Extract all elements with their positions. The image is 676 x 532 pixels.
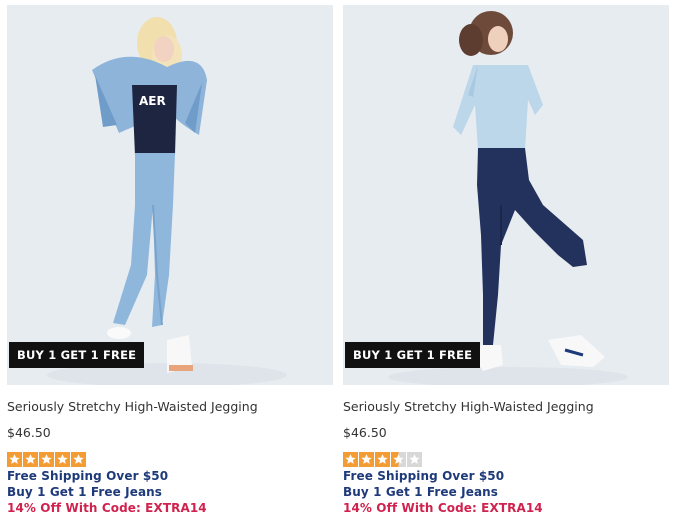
product-card[interactable]: BUY 1 GET 1 FREE Seriously Stretchy High…	[343, 5, 669, 516]
promo-badge: BUY 1 GET 1 FREE	[9, 342, 145, 368]
model-dark-wash-jegging-photo	[343, 5, 669, 385]
promo-free-shipping: Free Shipping Over $50	[7, 469, 169, 483]
star-empty-icon	[407, 452, 422, 467]
star-filled-icon	[359, 452, 374, 467]
star-filled-icon	[343, 452, 358, 467]
product-price: $46.50	[7, 425, 51, 440]
star-filled-icon	[23, 452, 38, 467]
star-filled-icon	[7, 452, 22, 467]
product-title[interactable]: Seriously Stretchy High-Waisted Jegging	[343, 399, 669, 415]
promo-code: 14% Off With Code: EXTRA14	[7, 501, 207, 515]
product-title[interactable]: Seriously Stretchy High-Waisted Jegging	[7, 399, 333, 415]
product-grid: AER BUY 1 GET 1 FREE Seriously Stretchy …	[0, 0, 676, 532]
star-half-icon	[391, 452, 406, 467]
promo-bogo-jeans: Buy 1 Get 1 Free Jeans	[7, 485, 163, 499]
star-rating	[7, 452, 333, 467]
star-filled-icon	[55, 452, 70, 467]
svg-text:AER: AER	[139, 94, 166, 108]
promo-code: 14% Off With Code: EXTRA14	[343, 501, 543, 515]
star-filled-icon	[375, 452, 390, 467]
promo-bogo-jeans: Buy 1 Get 1 Free Jeans	[343, 485, 499, 499]
star-filled-icon	[39, 452, 54, 467]
product-image[interactable]: BUY 1 GET 1 FREE	[343, 5, 669, 385]
promo-free-shipping: Free Shipping Over $50	[343, 469, 505, 483]
product-card[interactable]: AER BUY 1 GET 1 FREE Seriously Stretchy …	[7, 5, 333, 516]
product-price: $46.50	[343, 425, 387, 440]
model-light-wash-jegging-photo: AER	[7, 5, 333, 385]
product-image[interactable]: AER BUY 1 GET 1 FREE	[7, 5, 333, 385]
promo-badge: BUY 1 GET 1 FREE	[345, 342, 481, 368]
star-rating	[343, 452, 669, 467]
star-filled-icon	[71, 452, 86, 467]
